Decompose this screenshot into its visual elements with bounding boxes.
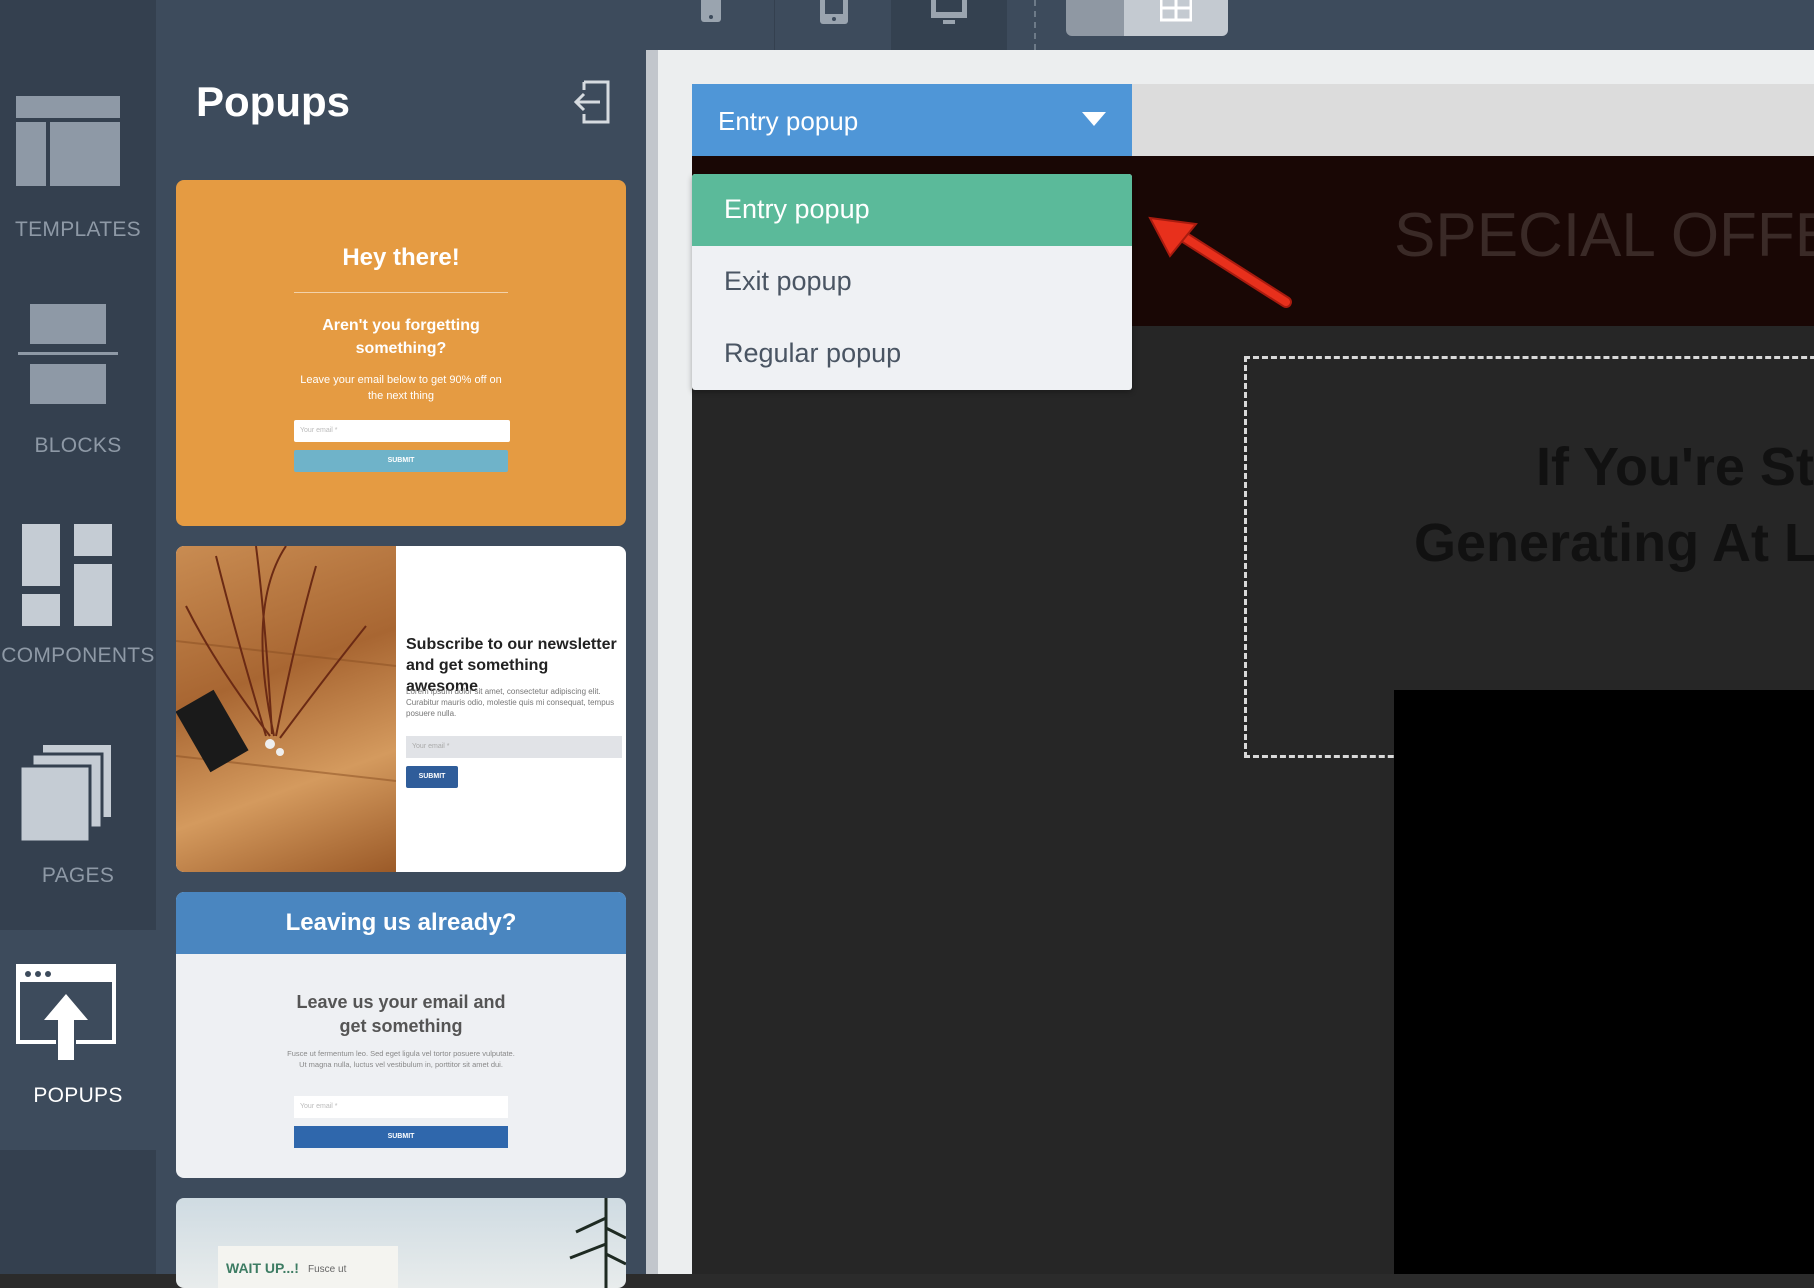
desktop-icon — [931, 0, 967, 24]
card-header: Leaving us already? — [176, 892, 626, 954]
popups-panel: Popups Hey there! Aren't you forgetting … — [156, 0, 646, 1288]
email-field-preview: Your email * — [294, 1096, 508, 1118]
video-block[interactable] — [1394, 690, 1814, 1274]
menu-option-regular-popup[interactable]: Regular popup — [692, 318, 1132, 390]
nav-label: BLOCKS — [34, 434, 122, 457]
headline-line-2: Generating At L — [1414, 513, 1814, 573]
view-desktop-button[interactable] — [891, 0, 1007, 50]
headline-line-1: If You're St — [1536, 437, 1814, 497]
tablet-icon — [820, 0, 848, 24]
dried-plant-image — [176, 546, 397, 782]
toolbar-separator — [1034, 0, 1036, 50]
nav-label: PAGES — [41, 864, 115, 887]
popup-template-card[interactable]: WAIT UP...! Fusce ut — [176, 1198, 626, 1288]
tree-image — [569, 1198, 626, 1288]
menu-option-entry-popup[interactable]: Entry popup — [692, 174, 1132, 246]
nav-item-pages[interactable]: PAGES — [0, 730, 156, 950]
card-heading: Hey there! — [342, 244, 460, 271]
popup-type-bar — [1132, 84, 1814, 156]
popup-type-select[interactable]: Entry popup — [692, 84, 1132, 156]
card-photo — [176, 546, 397, 872]
nav-label: TEMPLATES — [14, 218, 141, 241]
card-subheading: Leave us your email and get something — [296, 992, 506, 1036]
card-body: Fusce ut — [308, 1264, 347, 1275]
popup-type-menu: Entry popup Exit popup Regular popup — [692, 174, 1132, 390]
nav-item-popups[interactable]: POPUPS — [0, 930, 156, 1150]
toggle-off-segment[interactable] — [1066, 0, 1124, 36]
grid-icon — [1160, 0, 1192, 22]
nav-item-blocks[interactable]: BLOCKS — [0, 290, 156, 510]
phone-portrait-icon — [701, 0, 721, 22]
email-field-preview: Your email * — [406, 736, 622, 758]
card-subheading: Aren't you forgetting something? — [322, 317, 480, 357]
popup-template-card[interactable]: Subscribe to our newsletter and get some… — [176, 546, 626, 872]
popup-template-card[interactable]: Leaving us already? Leave us your email … — [176, 892, 626, 1178]
annotation-arrow-icon — [1148, 216, 1292, 308]
caret-down-icon — [1082, 112, 1106, 126]
blocks-icon — [18, 304, 118, 404]
popup-type-selected-label: Entry popup — [718, 106, 859, 136]
divider — [294, 292, 508, 293]
option-label: Entry popup — [724, 194, 870, 224]
menu-option-exit-popup[interactable]: Exit popup — [692, 246, 1132, 318]
nav-label: POPUPS — [33, 1084, 123, 1107]
submit-button-preview: SUBMIT — [294, 1126, 508, 1148]
submit-button-preview: SUBMIT — [294, 450, 508, 472]
collapse-panel-icon[interactable] — [572, 80, 612, 124]
nav-label: COMPONENTS — [1, 644, 155, 667]
templates-icon — [16, 96, 120, 186]
option-label: Exit popup — [724, 266, 852, 296]
panel-title: Popups — [196, 78, 350, 125]
offer-text: SPECIAL OFFER: — [1394, 201, 1814, 270]
canvas-margin-top — [658, 50, 1814, 84]
nav-item-templates[interactable]: TEMPLATES — [0, 70, 156, 290]
card-body: Leave your email below to get 90% off on… — [300, 374, 502, 402]
popups-icon — [16, 964, 116, 1060]
view-tablet-button[interactable] — [775, 0, 891, 50]
view-mobile-button[interactable] — [646, 0, 774, 50]
grid-view-button[interactable] — [1124, 0, 1228, 36]
card-body: Lorem ipsum dolor sit amet, consectetur … — [406, 687, 615, 718]
device-toolbar — [646, 0, 1814, 50]
card-body: Fusce ut fermentum leo. Sed eget ligula … — [287, 1049, 515, 1069]
panel-scroll-edge — [646, 50, 658, 1274]
main-nav: TEMPLATES BLOCKS COMPONENTS PAGES POPUPS — [0, 0, 156, 1274]
components-icon — [22, 524, 112, 626]
submit-button-preview: SUBMIT — [406, 766, 458, 788]
popup-template-card[interactable]: Hey there! Aren't you forgetting somethi… — [176, 180, 626, 526]
canvas-margin-left — [658, 84, 692, 1274]
option-label: Regular popup — [724, 338, 902, 368]
nav-item-components[interactable]: COMPONENTS — [0, 510, 156, 730]
email-field-preview: Your email * — [294, 420, 510, 442]
pages-icon — [20, 744, 113, 844]
